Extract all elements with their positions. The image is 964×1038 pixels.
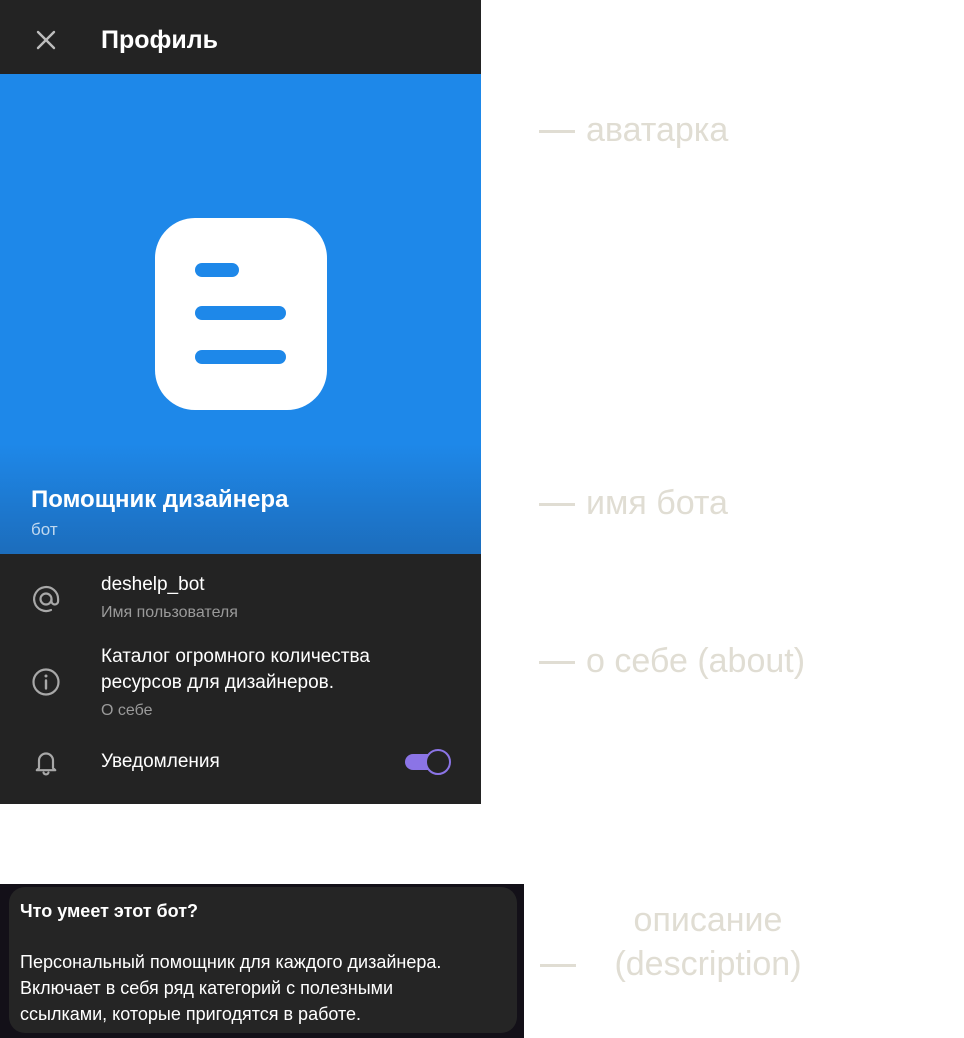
about-label: О себе [101,702,153,719]
username-row[interactable]: deshelp_bot Имя пользователя [0,570,481,634]
profile-panel: Профиль Помощник дизайнера бот deshelp_b… [0,0,481,804]
annotation-description-line1: описание [633,901,783,939]
notifications-toggle[interactable] [405,749,451,775]
page-title: Профиль [101,26,219,54]
avatar[interactable]: Помощник дизайнера бот [0,74,481,554]
about-text-line1: Каталог огромного количества [101,646,370,667]
annotation-dash [539,503,575,506]
description-line: Персональный помощник для каждого дизайн… [20,952,442,972]
close-icon [36,30,56,50]
annotation-dash [539,661,575,664]
username-value: deshelp_bot [101,574,205,595]
info-icon [28,664,64,700]
at-icon [28,581,64,617]
bot-type: бот [31,520,58,539]
notifications-label: Уведомления [101,751,220,772]
about-row[interactable]: Каталог огромного количества ресурсов дл… [0,642,481,726]
bot-logo-icon [155,218,327,410]
top-bar: Профиль [0,0,481,74]
close-button[interactable] [26,20,66,60]
annotation-description-line2: (description) [614,945,802,983]
annotation-dash [540,964,576,967]
notifications-row[interactable]: Уведомления [0,738,481,786]
description-title: Что умеет этот бот? [20,901,199,921]
description-line: ссылками, которые пригодятся в работе. [20,1004,362,1024]
description-body: Персональный помощник для каждого дизайн… [20,949,512,1027]
annotation-name: имя бота [586,484,728,522]
annotation-about: о себе (about) [586,642,806,680]
bell-icon [28,744,64,780]
username-label: Имя пользователя [101,604,238,621]
bot-name: Помощник дизайнера [31,486,289,513]
annotation-avatar: аватарка [586,111,729,149]
description-line: Включает в себя ряд категорий с полезным… [20,978,394,998]
description-panel: Что умеет этот бот? Персональный помощни… [0,884,524,1038]
annotation-description: описание (description) [586,898,830,986]
about-text-line2: ресурсов для дизайнеров. [101,672,335,693]
description-card: Что умеет этот бот? Персональный помощни… [9,887,517,1033]
annotation-dash [539,130,575,133]
